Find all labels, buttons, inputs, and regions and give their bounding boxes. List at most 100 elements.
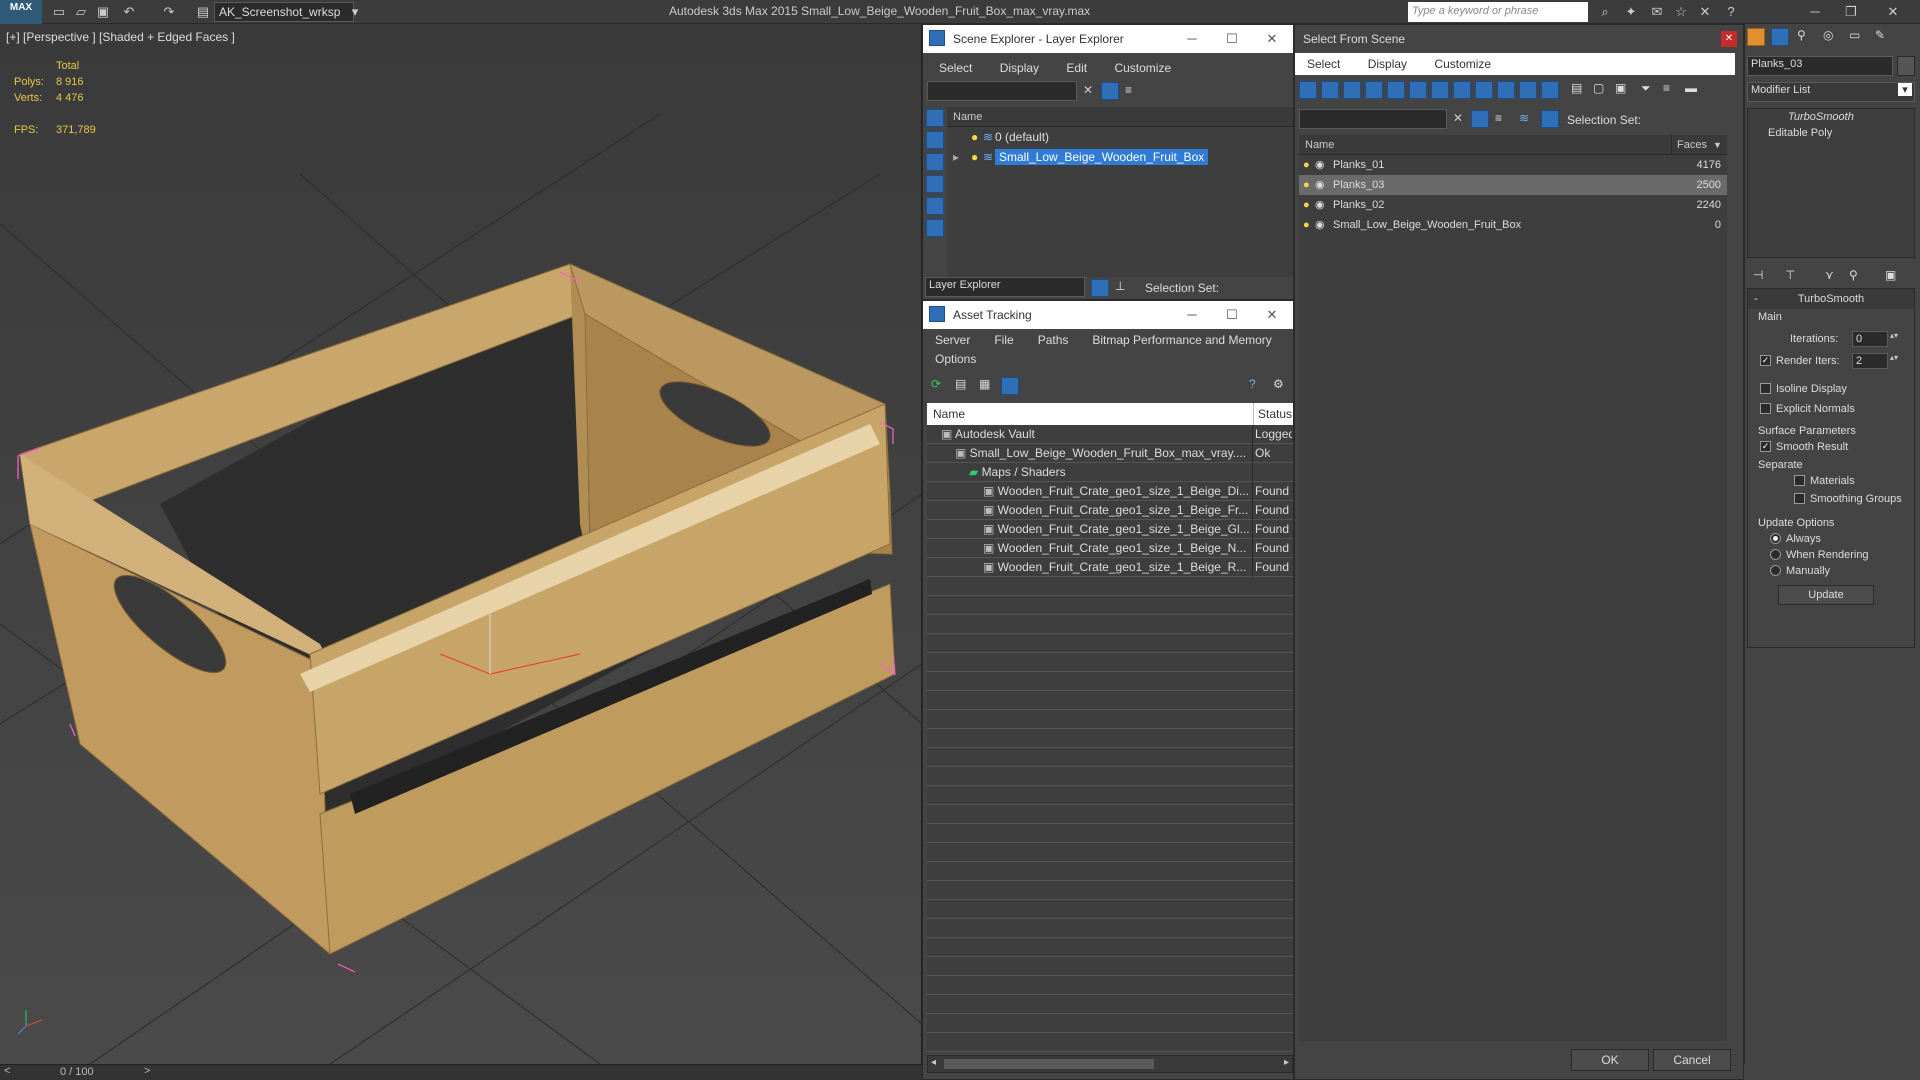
star-icon[interactable]: ☆ — [1672, 3, 1690, 21]
object-row[interactable]: ● ◉ Planks_02 2240 — [1299, 195, 1727, 215]
display-cameras-icon[interactable] — [1365, 81, 1383, 99]
menu-server[interactable]: Server — [935, 333, 970, 347]
display-geometry-icon[interactable] — [926, 109, 944, 127]
scene-search-field[interactable] — [927, 81, 1077, 101]
list-view-icon[interactable]: ▤ — [955, 377, 966, 391]
make-unique-icon[interactable]: ⋎ — [1825, 268, 1834, 282]
asset-row[interactable]: ▣ Wooden_Fruit_Crate_geo1_size_1_Beige_F… — [927, 501, 1292, 520]
explicit-normals-checkbox[interactable] — [1760, 403, 1771, 414]
display-xrefs-icon[interactable] — [1453, 81, 1471, 99]
display-shapes-icon[interactable] — [926, 131, 944, 149]
scroll-left-icon[interactable]: ◂ — [931, 1057, 936, 1068]
display-bones-icon[interactable] — [1475, 81, 1493, 99]
menu-customize[interactable]: Customize — [1434, 57, 1491, 71]
undo-icon[interactable]: ↶ — [120, 3, 138, 21]
object-row[interactable]: ● ◉ Small_Low_Beige_Wooden_Fruit_Box 0 — [1299, 215, 1727, 235]
chevron-down-icon[interactable]: ▾ — [346, 3, 364, 21]
light-bulb-icon[interactable]: ● — [971, 147, 978, 167]
perspective-viewport[interactable]: [+] [Perspective ] [Shaded + Edged Faces… — [0, 24, 922, 1064]
rollout-header[interactable]: - TurboSmooth — [1748, 289, 1914, 309]
time-prev-icon[interactable]: < — [4, 1065, 10, 1077]
iterations-spinner[interactable]: 0 — [1852, 331, 1888, 347]
redo-icon[interactable]: ↷ — [160, 3, 178, 21]
close-icon[interactable]: ✕ — [1884, 3, 1902, 21]
minimize-icon[interactable]: ─ — [1175, 301, 1209, 329]
asset-row[interactable]: ▣ Wooden_Fruit_Crate_geo1_size_1_Beige_G… — [927, 520, 1292, 539]
col-header-name[interactable]: Name — [933, 403, 965, 425]
asset-row[interactable]: ▣ Autodesk Vault Logged — [927, 425, 1292, 444]
search-input[interactable]: Type a keyword or phrase — [1408, 2, 1588, 22]
display-spacewarps-icon[interactable] — [1409, 81, 1427, 99]
menu-file[interactable]: File — [994, 333, 1013, 347]
select-all-icon[interactable]: ▤ — [1571, 81, 1582, 95]
smooth-result-checkbox[interactable]: ✓ — [1760, 441, 1771, 452]
settings-icon[interactable]: ⚙ — [1273, 377, 1284, 391]
light-bulb-icon[interactable]: ● — [1303, 195, 1310, 215]
save-file-icon[interactable]: ▣ — [94, 3, 112, 21]
asset-row[interactable]: ▰ Maps / Shaders — [927, 463, 1292, 482]
time-slider[interactable]: < 0 / 100 > — [0, 1064, 922, 1080]
restore-icon[interactable]: ❐ — [1842, 3, 1860, 21]
stack-item-turbosmooth[interactable]: TurboSmooth — [1748, 109, 1914, 125]
clear-search-icon[interactable]: ✕ — [1083, 83, 1093, 97]
new-file-icon[interactable]: ▭ — [50, 3, 68, 21]
smoothing-groups-checkbox[interactable] — [1794, 493, 1805, 504]
display-groups-icon[interactable] — [1431, 81, 1449, 99]
remove-modifier-icon[interactable]: ⚲ — [1849, 268, 1858, 282]
menu-display[interactable]: Display — [1000, 61, 1039, 75]
display-spacewarps-icon[interactable] — [926, 219, 944, 237]
update-button[interactable]: Update — [1778, 585, 1874, 605]
object-name-field[interactable]: Planks_03 — [1747, 56, 1893, 76]
display-hidden-icon[interactable] — [1541, 81, 1559, 99]
asset-row[interactable]: ▣ Wooden_Fruit_Crate_geo1_size_1_Beige_D… — [927, 482, 1292, 501]
sort-layers-icon[interactable]: ≋ — [1519, 111, 1529, 125]
isoline-display-checkbox[interactable] — [1760, 383, 1771, 394]
spinner-arrows-icon[interactable]: ▴▾ — [1890, 331, 1898, 340]
close-icon[interactable]: ✕ — [1721, 31, 1737, 47]
materials-checkbox[interactable] — [1794, 475, 1805, 486]
col-header-status[interactable]: Status — [1258, 403, 1292, 425]
spinner-arrows-icon[interactable]: ▴▾ — [1890, 353, 1898, 362]
maximize-icon[interactable]: ☐ — [1215, 301, 1249, 329]
light-bulb-icon[interactable]: ● — [1303, 215, 1310, 235]
object-color-swatch[interactable] — [1897, 56, 1915, 76]
update-manually-radio[interactable] — [1770, 565, 1781, 576]
communication-icon[interactable]: ✉ — [1648, 3, 1666, 21]
asset-row[interactable]: ▣ Wooden_Fruit_Crate_geo1_size_1_Beige_N… — [927, 539, 1292, 558]
show-end-result-icon[interactable]: ⊤ — [1785, 268, 1795, 282]
display-lights-icon[interactable] — [926, 153, 944, 171]
display-lights-icon[interactable] — [1343, 81, 1361, 99]
layer-explorer-icon[interactable] — [1091, 279, 1109, 297]
light-bulb-icon[interactable]: ● — [1303, 175, 1310, 195]
layer-row-default[interactable]: ● ≋ 0 (default) — [947, 127, 1293, 147]
filter-icon[interactable] — [1101, 82, 1119, 100]
close-x-icon[interactable]: ✕ — [1696, 3, 1714, 21]
display-cameras-icon[interactable] — [926, 175, 944, 193]
asset-tracking-window[interactable]: Asset Tracking ─ ☐ ✕ Server File Paths Bitm… — [922, 300, 1294, 1080]
object-row[interactable]: ● ◉ Planks_03 2500 — [1299, 175, 1727, 195]
modify-tab-icon[interactable] — [1771, 28, 1789, 46]
scene-explorer-window[interactable]: Scene Explorer - Layer Explorer ─ ☐ ✕ Se… — [922, 24, 1294, 300]
select-from-scene-dialog[interactable]: Select From Scene ✕ Select Display Custo… — [1294, 24, 1744, 1080]
asset-row[interactable]: ▣ Wooden_Fruit_Crate_geo1_size_1_Beige_R… — [927, 558, 1292, 577]
menu-bitmap-performance[interactable]: Bitmap Performance and Memory — [1092, 333, 1271, 347]
collapse-icon[interactable]: ▬ — [1685, 81, 1697, 95]
display-frozen-icon[interactable] — [1519, 81, 1537, 99]
pin-stack-icon[interactable]: ⊣ — [1753, 268, 1763, 282]
horizontal-scrollbar[interactable]: ◂ ▸ — [927, 1055, 1293, 1073]
filter-icon[interactable]: ⏷ — [1641, 81, 1651, 96]
object-row[interactable]: ● ◉ Planks_01 4176 — [1299, 155, 1727, 175]
workspace-dropdown[interactable]: AK_Screenshot_wrksp — [214, 2, 354, 22]
scroll-right-icon[interactable]: ▸ — [1284, 1057, 1289, 1068]
expand-arrow-icon[interactable]: ▸ — [953, 147, 959, 167]
close-icon[interactable]: ✕ — [1255, 25, 1289, 53]
minimize-icon[interactable]: ─ — [1806, 3, 1824, 21]
light-bulb-icon[interactable]: ● — [1303, 155, 1310, 175]
table-view-icon[interactable] — [1001, 377, 1019, 395]
time-next-icon[interactable]: > — [144, 1065, 150, 1077]
cancel-button[interactable]: Cancel — [1653, 1049, 1731, 1071]
col-header-name[interactable]: Name — [1305, 139, 1334, 151]
crate-body[interactable] — [19, 263, 896, 956]
col-header-faces[interactable]: Faces — [1677, 135, 1707, 155]
menu-edit[interactable]: Edit — [1066, 61, 1087, 75]
